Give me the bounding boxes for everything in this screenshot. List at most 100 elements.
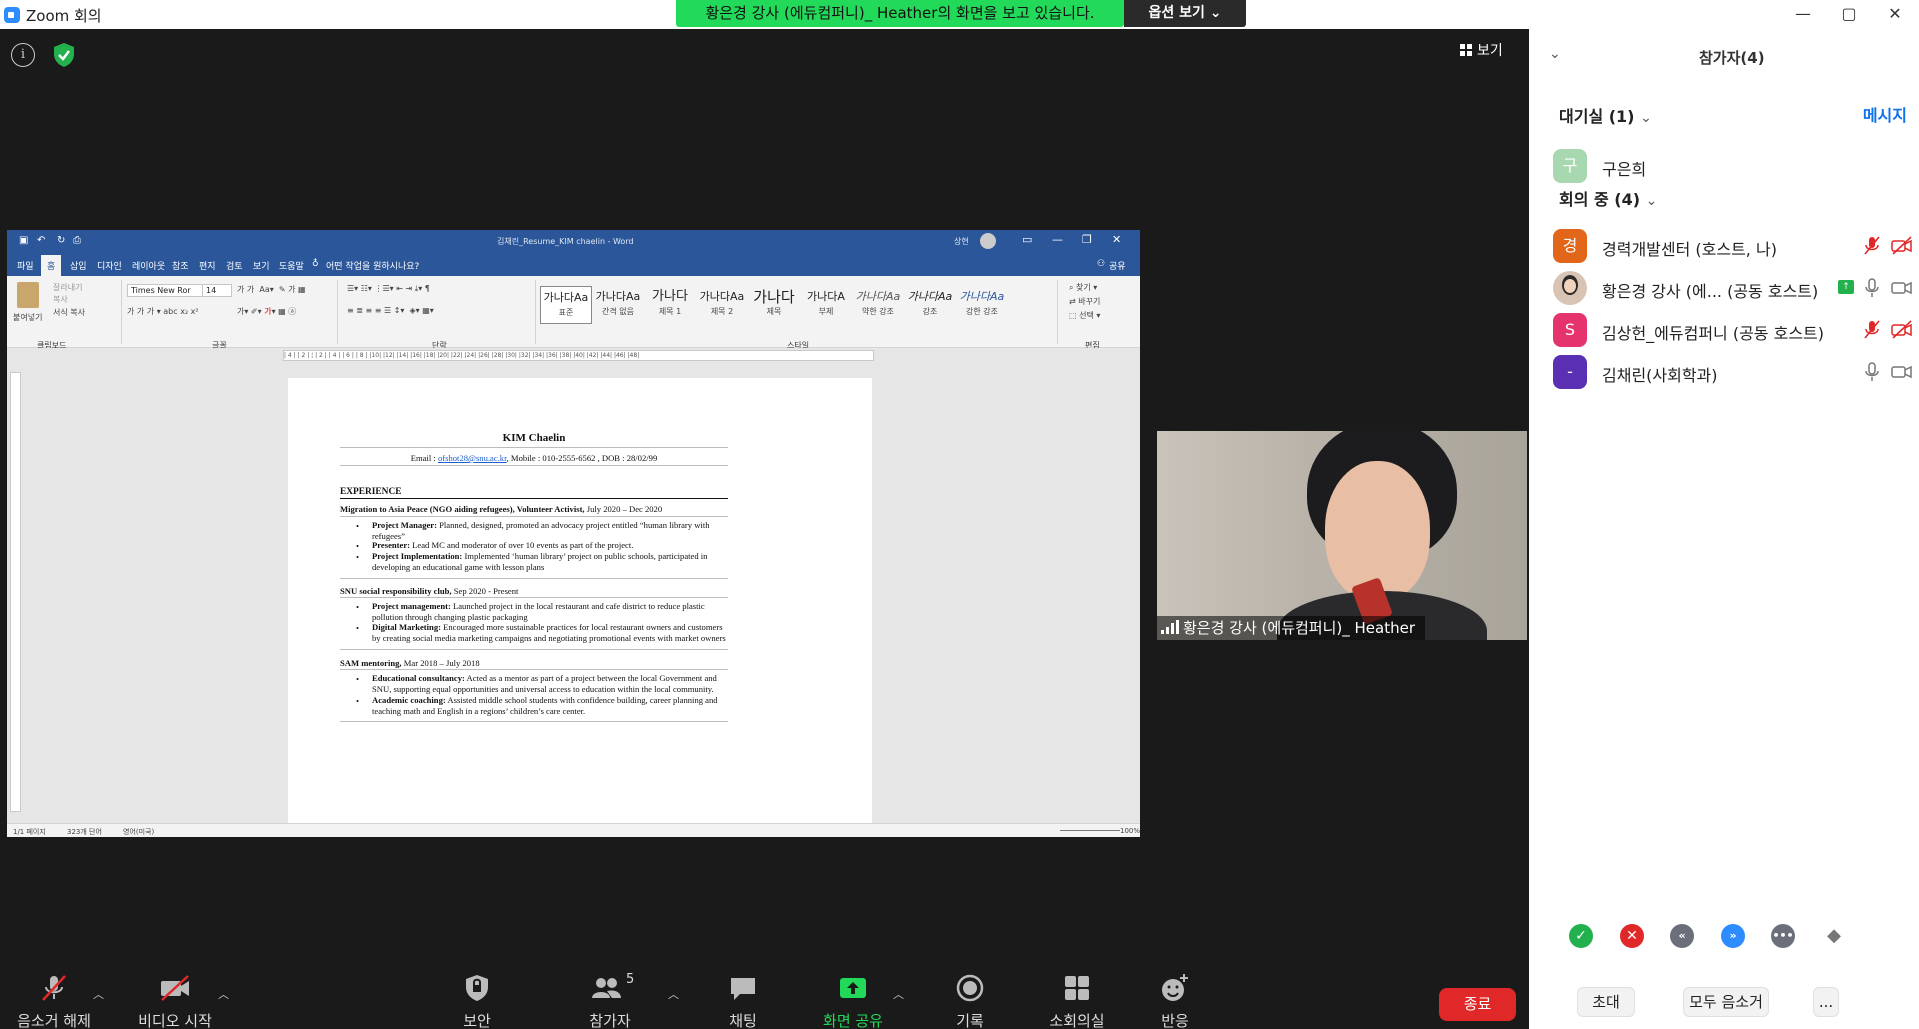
participants-button[interactable]: 5 참가자 (575, 972, 645, 1029)
contact-email-link[interactable]: ofshot28@snu.ac.kr (438, 453, 507, 463)
video-off-icon[interactable] (1891, 236, 1913, 256)
participant-name: 구은희 (1602, 160, 1647, 179)
word-tab[interactable]: 파일 (17, 259, 34, 272)
font-format-icons[interactable]: 가 가 가 ▾ abc x₂ x² (127, 306, 199, 317)
waiting-room-header[interactable]: 대기실 (1) ⌄ (1559, 103, 1652, 127)
muted-mic-icon[interactable] (1863, 236, 1881, 256)
participant-row[interactable]: - 김채린(사회학과) (1529, 351, 1919, 391)
clear-eraser-icon[interactable]: ◆ (1822, 924, 1846, 948)
style-no-spacing[interactable]: 가나다Aa 간격 없음 (592, 286, 644, 324)
go-faster-icon[interactable]: » (1721, 924, 1745, 948)
font-color-icons[interactable]: 가▾ ✐▾ 가▾ ▦ ⓐ (237, 306, 296, 317)
invite-button[interactable]: 초대 (1577, 987, 1635, 1017)
end-meeting-button[interactable]: 종료 (1439, 988, 1516, 1021)
in-meeting-header[interactable]: 회의 중 (4) ⌄ (1559, 186, 1657, 210)
meeting-info-icon[interactable]: i (11, 43, 35, 67)
zoom-slider[interactable] (1060, 830, 1120, 831)
word-tab[interactable]: 디자인 (97, 259, 122, 272)
style-preview: 가나다Aa (595, 290, 641, 303)
document-page[interactable]: KIM Chaelin Email : ofshot28@snu.ac.kr, … (288, 378, 872, 823)
participants-options-chevron-icon[interactable]: ︿ (668, 986, 679, 1002)
word-tab[interactable]: 도움말 (279, 259, 304, 272)
encryption-shield-icon[interactable] (52, 42, 76, 68)
video-icon[interactable] (1891, 362, 1913, 382)
style-heading-2[interactable]: 가나다Aa 제목 2 (696, 286, 748, 324)
find-button[interactable]: ⌕ 찾기 ▾ (1069, 282, 1097, 293)
font-size-box[interactable]: 14 (202, 284, 232, 297)
word-tab-active[interactable]: 홈 (41, 255, 62, 276)
minimize-button[interactable]: — (1780, 0, 1826, 29)
alignment-icons[interactable]: ≡ ≣ ≡ ≡ ☰ ↕▾ ◈▾ ▦▾ (347, 306, 434, 315)
no-x-icon[interactable]: ✕ (1620, 924, 1644, 948)
style-heading-1[interactable]: 가나다 제목 1 (644, 286, 696, 324)
more-icon[interactable]: ••• (1771, 924, 1795, 948)
word-tab[interactable]: 보기 (253, 259, 270, 272)
paste-label[interactable]: 붙여넣기 (13, 312, 42, 323)
vertical-ruler[interactable] (10, 372, 21, 812)
style-subtle-emphasis[interactable]: 가나다Aa 약한 강조 (852, 286, 904, 324)
format-painter-button[interactable]: 서식 복사 (53, 307, 85, 318)
security-button[interactable]: 보안 (452, 972, 502, 1029)
style-intense-emphasis[interactable]: 가나다Aa 강한 강조 (956, 286, 1008, 324)
word-tab[interactable]: 편지 (199, 259, 216, 272)
replace-button[interactable]: ⇄ 바꾸기 (1069, 296, 1100, 307)
word-user-name: 상현 (954, 237, 969, 246)
participant-row[interactable]: S 김상헌_에듀컴퍼니 (공동 호스트) (1529, 309, 1919, 349)
copy-button[interactable]: 복사 (53, 294, 68, 305)
share-button[interactable]: 공유 (1109, 259, 1126, 272)
breakout-rooms-button[interactable]: 소회의실 (1037, 972, 1117, 1029)
style-emphasis[interactable]: 가나다Aa 강조 (904, 286, 956, 324)
muted-mic-icon[interactable] (1863, 320, 1881, 340)
participant-row[interactable]: 황은경 강사 (에... (공동 호스트) ↑ (1529, 267, 1919, 307)
tell-me-box[interactable]: 어떤 작업을 원하시나요? (326, 259, 419, 272)
waiting-participant-row[interactable]: 구 구은희 (1529, 145, 1919, 185)
reactions-button[interactable]: 반응 (1150, 972, 1200, 1029)
record-button[interactable]: 기록 (945, 972, 995, 1029)
share-screen-icon (840, 978, 866, 998)
mic-icon[interactable] (1863, 278, 1881, 298)
horizontal-ruler[interactable]: | 4 | | 2 | ¦ | 2 | | 4 | | 6 | | 8 | |1… (283, 350, 874, 361)
waiting-room-label: 대기실 (1) (1559, 107, 1635, 126)
styles-gallery[interactable]: 가나다Aa 표준 가나다Aa 간격 없음 가나다 제목 1 가나다Aa 제목 2 가나다… (540, 276, 1010, 336)
view-options-button[interactable]: 옵션 보기 ⌄ (1124, 0, 1246, 27)
view-layout-button[interactable]: 보기 (1460, 40, 1503, 60)
audio-options-chevron-icon[interactable]: ︿ (93, 986, 104, 1002)
share-options-chevron-icon[interactable]: ︿ (893, 986, 904, 1002)
doc-rule (340, 465, 728, 466)
unmute-button[interactable]: 음소거 해제 (14, 972, 94, 1029)
style-normal[interactable]: 가나다Aa 표준 (540, 286, 592, 324)
more-options-button[interactable]: ... (1813, 987, 1839, 1017)
list-icons[interactable]: ☰▾ ☷▾ ⋮☰▾ ⇤ ⇥ ⤓▾ ¶ (347, 284, 430, 294)
style-title[interactable]: 가나다 제목 (748, 286, 800, 324)
video-options-chevron-icon[interactable]: ︿ (218, 986, 229, 1002)
shared-word-window[interactable]: ▣ ↶ ↻ ⎙ 김채린_Resume_KIM chaelin - Word 상현… (7, 230, 1140, 837)
participant-row[interactable]: 경 경력개발센터 (호스트, 나) (1529, 225, 1919, 265)
doc-rule (340, 447, 728, 448)
ribbon-divider (1057, 280, 1058, 344)
message-all-button[interactable]: 메시지 (1863, 102, 1907, 126)
close-button[interactable]: ✕ (1872, 0, 1918, 29)
font-grow-icon[interactable]: 가 가 Aa▾ ✎ 가 ▦ (237, 284, 306, 295)
video-icon[interactable] (1891, 278, 1913, 298)
record-icon (956, 974, 984, 1002)
participant-video-tile[interactable]: 황은경 강사 (에듀컴퍼니)_ Heather (1157, 431, 1527, 640)
start-video-button[interactable]: 비디오 시작 (135, 972, 215, 1029)
video-off-icon[interactable] (1891, 320, 1913, 340)
chat-button[interactable]: 채팅 (718, 972, 768, 1029)
go-slower-icon[interactable]: « (1670, 924, 1694, 948)
word-tab[interactable]: 검토 (226, 259, 243, 272)
word-tab[interactable]: 레이아웃 (132, 259, 165, 272)
word-tab[interactable]: 참조 (172, 259, 189, 272)
mute-all-button[interactable]: 모두 음소거 (1683, 987, 1769, 1017)
style-subtitle[interactable]: 가나다A 부제 (800, 286, 852, 324)
yes-check-icon[interactable]: ✓ (1569, 924, 1593, 948)
share-screen-button[interactable]: 화면 공유 (818, 972, 888, 1029)
collapse-chevron-icon[interactable]: ⌄ (1549, 46, 1561, 62)
mic-icon[interactable] (1863, 362, 1881, 382)
word-tab[interactable]: 삽입 (70, 259, 87, 272)
select-button[interactable]: ⬚ 선택 ▾ (1069, 310, 1100, 321)
job-title: Migration to Asia Peace (NGO aiding refu… (340, 504, 585, 514)
maximize-button[interactable]: ▢ (1826, 0, 1872, 29)
cut-button[interactable]: 잘라내기 (53, 282, 82, 293)
paste-icon[interactable] (17, 282, 39, 308)
